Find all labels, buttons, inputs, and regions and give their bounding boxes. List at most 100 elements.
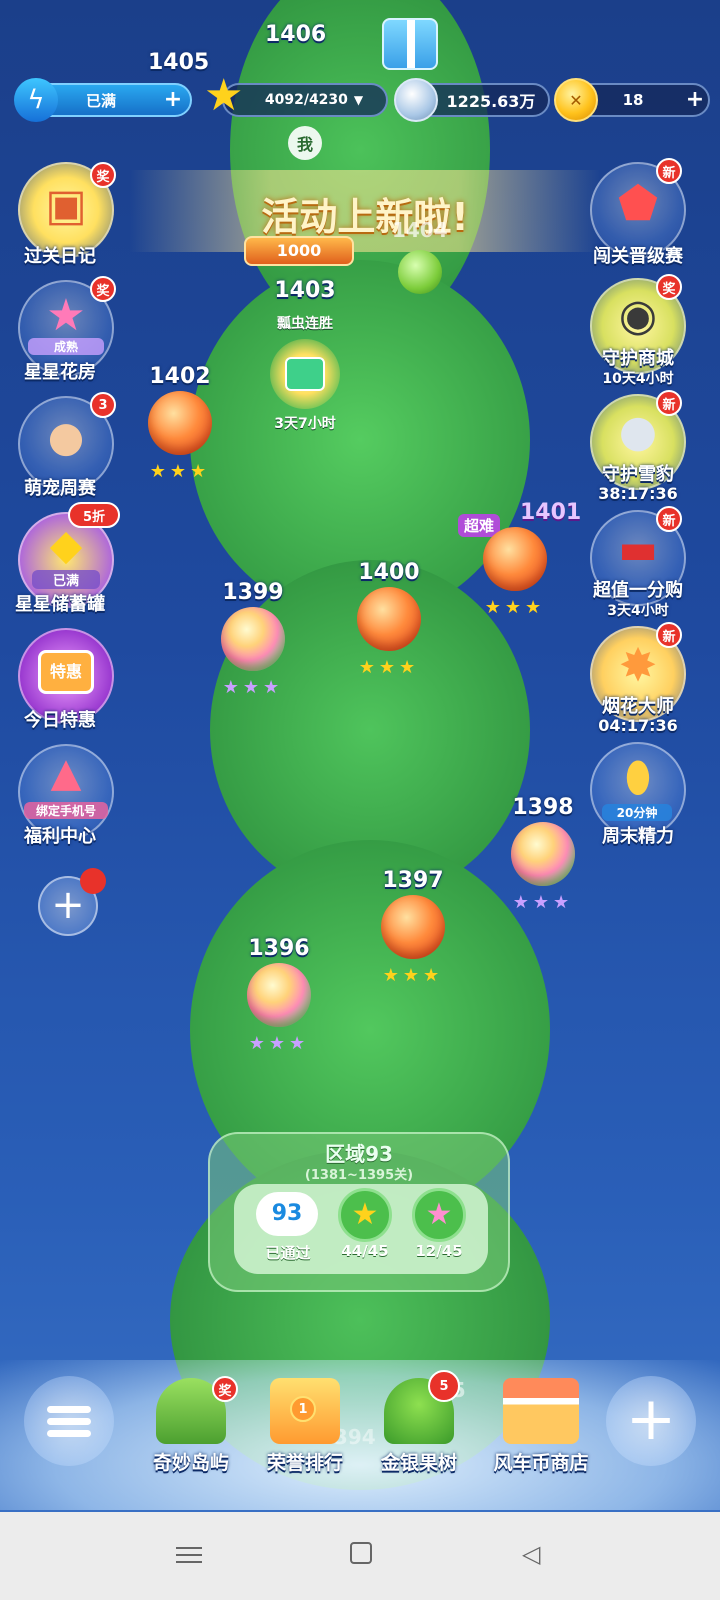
me-marker: 我 [288, 126, 322, 160]
btn-label: 今日特惠 [24, 710, 96, 731]
rainbow-stars: ★★★ [512, 892, 574, 913]
btn-timer: 3天4小时 [607, 603, 669, 619]
shop-stall-icon: 特惠 [38, 650, 94, 694]
notification-dot [80, 868, 106, 894]
level-1398[interactable]: 1398 ★★★ [498, 795, 588, 913]
btn-sub: 特惠 [49, 662, 82, 681]
me-label: 我 [296, 135, 313, 154]
level-number: 1400 [358, 560, 420, 585]
btn-label: 星星储蓄罐 [15, 594, 105, 615]
rainbow-fruit-icon [511, 822, 575, 886]
left-btn-flower-house[interactable]: ★ 成熟 奖 星星花房 [0, 276, 116, 390]
level-1397[interactable]: 1397 ★★★ [368, 868, 458, 986]
btn-sub: 已满 [32, 570, 100, 589]
bottle-icon: ⬮ [624, 752, 652, 801]
level-tag: 瓢虫连胜 [277, 316, 333, 332]
btn-label: 萌宠周赛 [24, 478, 96, 499]
rainbow-fruit-icon [247, 963, 311, 1027]
rainbow-fruit-icon [221, 607, 285, 671]
btn-label: 守护雪豹 [602, 464, 674, 485]
right-btn-weekend-energy[interactable]: ⬮ 20分钟 周末精力 [586, 742, 686, 852]
three-stars: ★★★ [484, 597, 546, 618]
new-badge: 新 [656, 506, 682, 532]
right-btn-fireworks[interactable]: ✸ 新 烟花大师 04:17:36 [586, 622, 686, 736]
system-nav-bar: ◁ [0, 1512, 720, 1600]
milestone-number: 1000 [276, 241, 322, 260]
left-btn-welfare[interactable]: ▲ 绑定手机号 福利中心 [0, 744, 114, 854]
level-1396[interactable]: 1396 ★★★ [234, 936, 324, 1054]
level-1399[interactable]: 1399 ★★★ [208, 580, 298, 698]
btn-sub: 20分钟 [602, 804, 672, 821]
level-number: 1399 [222, 580, 284, 605]
gold-add-button[interactable]: + [682, 87, 708, 113]
menu-button[interactable] [24, 1376, 114, 1466]
rainbow-stars: ★★★ [222, 677, 284, 698]
btn-label: 星星花房 [24, 362, 96, 383]
top-level-1405: 1405 [148, 50, 210, 75]
area-range: (1381~1395关) [304, 1168, 414, 1183]
reward-badge: 奖 [90, 276, 116, 302]
btn-sub: 成熟 [28, 338, 104, 355]
nav-wonder-island[interactable]: 奖 奇妙岛屿 [136, 1376, 246, 1475]
left-btn-piggy-bank[interactable]: ◆ 已满 5折 星星储蓄罐 [0, 502, 120, 622]
btn-label: 闯关晋级赛 [593, 246, 683, 267]
gift-box-icon [270, 339, 340, 409]
gift-hat-icon: ▲ [50, 750, 82, 796]
right-btn-snow-leopard[interactable]: ● 新 守护雪豹 38:17:36 [586, 390, 686, 504]
area-panel[interactable]: 区域93 (1381~1395关) 93 已通过 ★ 44/45 ★ 12/45 [208, 1132, 510, 1292]
stars-pill[interactable]: 4092/4230 ▼ [222, 83, 388, 117]
btn-sub: 绑定手机号 [24, 802, 108, 819]
event-banner[interactable]: 活动上新啦! [130, 170, 600, 252]
reward-badge: 奖 [212, 1376, 238, 1402]
left-btn-daily-deal[interactable]: 特惠 今日特惠 [0, 628, 114, 738]
level-number: 1401 [520, 500, 582, 525]
rainbow-stars: ★★★ [248, 1033, 310, 1054]
level-1400[interactable]: 1400 ★★★ [344, 560, 434, 678]
area-rainbow-star-icon: ★ [412, 1188, 466, 1242]
level-1401[interactable]: 1401 ★★★ [470, 500, 582, 618]
home-icon[interactable] [350, 1542, 372, 1564]
orange-fruit-icon [381, 895, 445, 959]
area-star-icon: ★ [338, 1188, 392, 1242]
new-badge: 新 [656, 158, 682, 184]
silver-coin-icon [394, 78, 438, 122]
level-number: 1397 [382, 868, 444, 893]
level-timer: 3天7小时 [274, 416, 336, 432]
recent-apps-icon[interactable] [176, 1542, 202, 1568]
level-1402[interactable]: 1402 ★★★ [135, 364, 225, 482]
count-badge: 3 [90, 392, 116, 418]
area-rainbow-count: 12/45 [415, 1242, 463, 1260]
nav-honor-ranking[interactable]: ♛ 1 荣誉排行 [250, 1378, 360, 1475]
top-level-1406: 1406 [265, 22, 327, 47]
right-btn-promotion[interactable]: ⬟ 新 闯关晋级赛 [586, 158, 686, 272]
orange-fruit-icon [148, 391, 212, 455]
gift-icon[interactable] [382, 18, 438, 70]
btn-timer: 38:17:36 [598, 484, 678, 503]
btn-label: 守护商城 [602, 348, 674, 369]
right-btn-penny-deal[interactable]: ▬ 新 超值一分购 3天4小时 [586, 506, 686, 620]
three-stars: ★★★ [382, 965, 444, 986]
nav-label: 风车币商店 [493, 1452, 589, 1474]
right-btn-guard-shop[interactable]: ◉ 奖 守护商城 10天4小时 [586, 274, 686, 388]
level-1404-fruit[interactable] [398, 250, 442, 294]
nav-windmill-shop[interactable]: 风车币商店 [476, 1378, 606, 1475]
gold-coin-icon: ✕ [554, 78, 598, 122]
expand-add-button[interactable]: + [606, 1376, 696, 1466]
energy-add-button[interactable]: + [160, 87, 186, 113]
star-icon: ★ [204, 70, 244, 121]
level-number: 1403 [274, 278, 336, 303]
back-icon[interactable]: ◁ [522, 1540, 540, 1568]
level-1403[interactable]: 1403 瓢虫连胜 3天7小时 [250, 278, 360, 433]
left-btn-diary[interactable]: ▣ 奖 过关日记 [0, 162, 116, 272]
nav-label: 金银果树 [380, 1452, 457, 1474]
btn-label: 超值一分购 [593, 580, 683, 601]
three-stars: ★★★ [358, 657, 420, 678]
btn-timer: 04:17:36 [598, 716, 678, 735]
level-number: 1402 [149, 364, 211, 389]
btn-label: 烟花大师 [602, 696, 674, 717]
nav-money-tree[interactable]: 5 金银果树 [364, 1370, 474, 1475]
btn-label: 周末精力 [602, 826, 674, 847]
left-btn-pet-weekly[interactable]: ● 3 萌宠周赛 [0, 392, 116, 506]
reward-badge: 奖 [90, 162, 116, 188]
nav-label: 奇妙岛屿 [152, 1452, 229, 1474]
